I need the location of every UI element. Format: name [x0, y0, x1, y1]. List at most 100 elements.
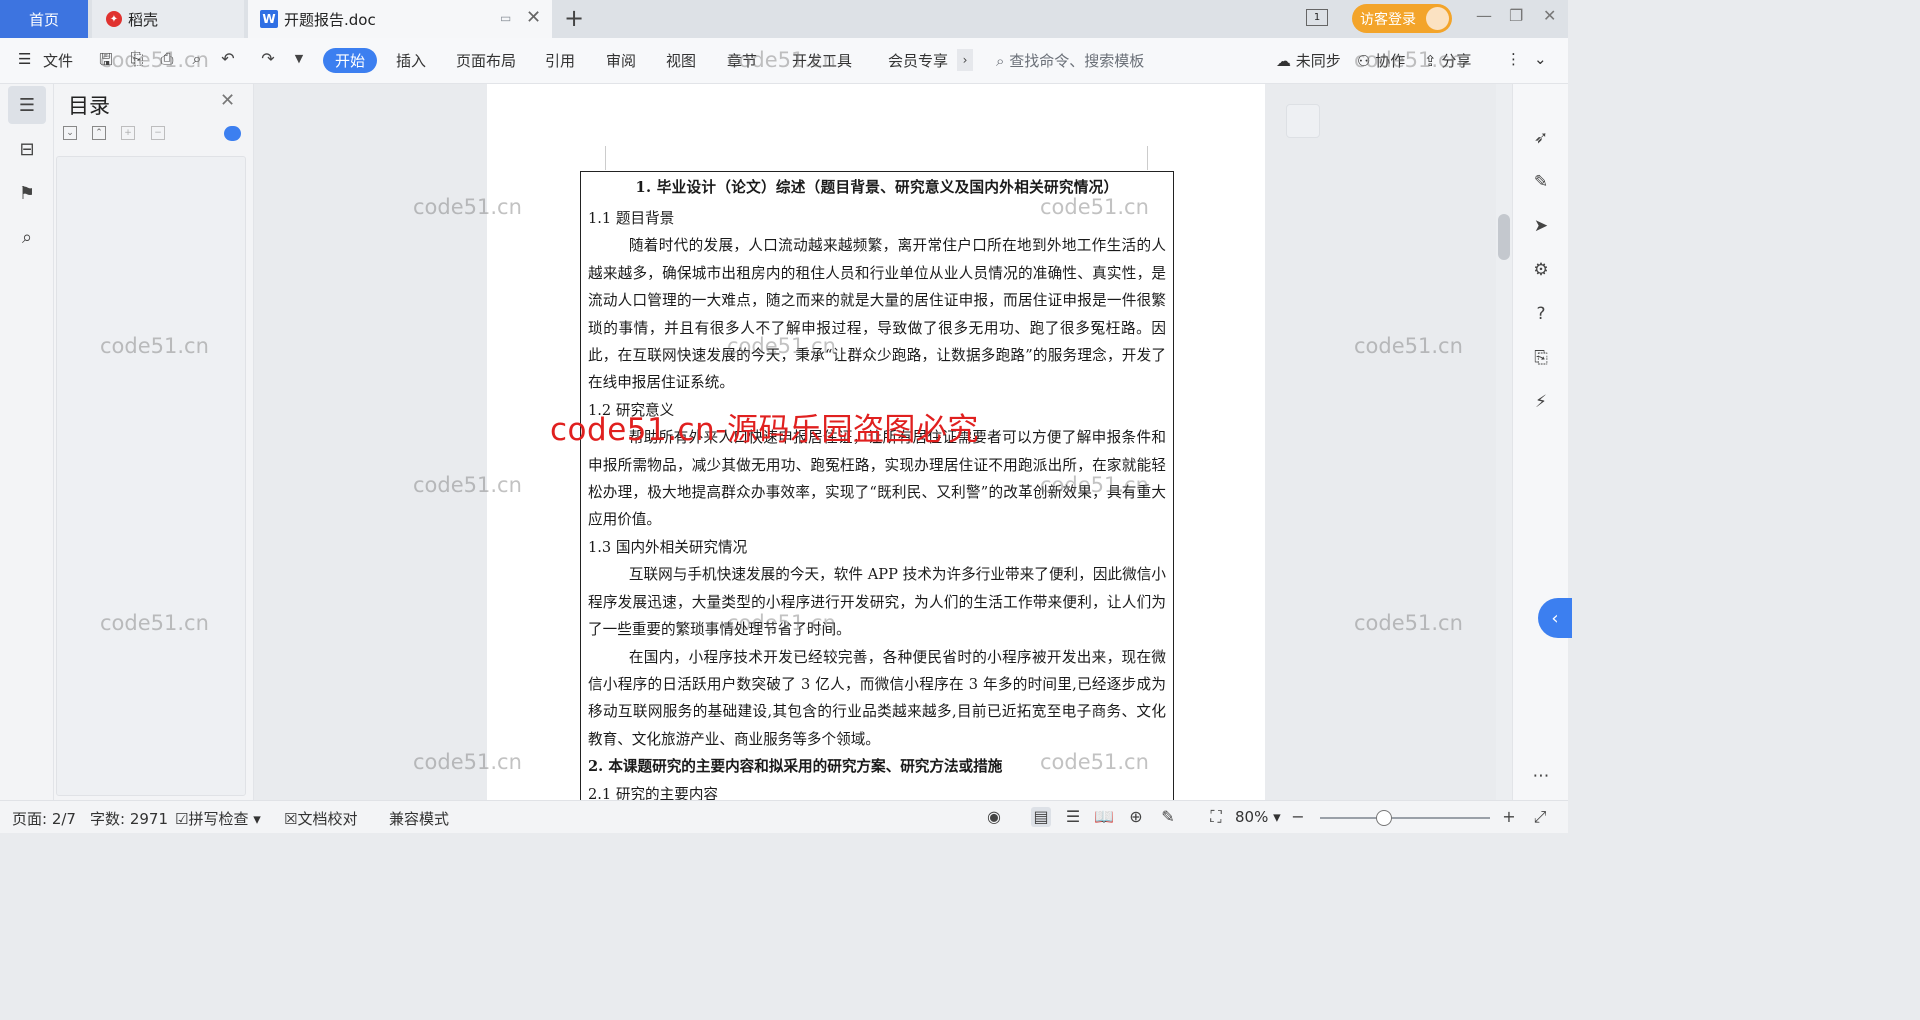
- subsection-title: 1.2 研究意义: [588, 401, 675, 419]
- toc-title: 目录: [68, 94, 110, 118]
- subsection-title: 1.1 题目背景: [588, 210, 675, 227]
- tab-member[interactable]: 会员专享: [888, 50, 948, 71]
- tab-view[interactable]: 视图: [666, 50, 696, 71]
- proofread-button[interactable]: ☒文档校对: [284, 808, 357, 829]
- cursor-icon[interactable]: ➤: [1529, 214, 1553, 238]
- filter-icon[interactable]: [1286, 104, 1320, 138]
- expand-all-icon[interactable]: ⌄: [63, 126, 77, 140]
- help-icon[interactable]: ?: [1529, 302, 1553, 326]
- paragraph: 互联网与手机快速发展的今天，软件 APP 技术为许多行业带来了便利，因此微信小程…: [588, 566, 1166, 639]
- tab-review[interactable]: 审阅: [606, 50, 636, 71]
- nav-pane-icon[interactable]: ⊟: [8, 130, 46, 168]
- new-tab-button[interactable]: +: [564, 4, 584, 32]
- paragraph: 帮助所有外来人口快速申报居住证，让所有居住证需要者可以方便了解申报条件和申报所需…: [588, 429, 1166, 529]
- close-icon[interactable]: ✕: [220, 90, 235, 111]
- tab-start[interactable]: 开始: [323, 48, 377, 73]
- eye-icon[interactable]: ◉: [984, 807, 1004, 827]
- page-indicator[interactable]: 页面: 2/7: [12, 808, 76, 829]
- pen-icon[interactable]: ✎: [1529, 170, 1553, 194]
- tab-document[interactable]: W 开题报告.doc ▭ ✕: [248, 0, 552, 38]
- visitor-login-button[interactable]: 访客登录: [1352, 4, 1452, 33]
- search-icon: ⌕: [996, 52, 1005, 70]
- more-tabs-button[interactable]: ›: [957, 49, 973, 71]
- ai-toc-icon[interactable]: [224, 126, 241, 141]
- checkbox-icon: ☑: [175, 810, 189, 828]
- proof-icon: ☒: [284, 810, 298, 828]
- more-options-icon[interactable]: ⋮: [1506, 50, 1521, 68]
- zoom-in-icon[interactable]: +: [1499, 807, 1519, 827]
- outline-view-icon[interactable]: ☰: [1063, 807, 1083, 827]
- scrollbar-thumb[interactable]: [1498, 214, 1510, 260]
- fullscreen-icon[interactable]: ⤢: [1530, 807, 1550, 827]
- quick-access-dropdown-icon[interactable]: ▼: [289, 52, 309, 72]
- collab-button[interactable]: ⚇ 协作: [1357, 50, 1405, 71]
- zoom-out-icon[interactable]: −: [1288, 807, 1308, 827]
- paragraph: 在国内，小程序技术开发已经较完善，各种便民省时的小程序被开发出来，现在微信小程序…: [588, 648, 1166, 748]
- section-heading: 2. 本课题研究的主要内容和拟采用的研究方案、研究方法或措施: [588, 758, 1003, 776]
- zoom-slider-knob[interactable]: [1376, 810, 1392, 826]
- hamburger-icon[interactable]: ☰: [18, 50, 31, 68]
- tab-page-layout[interactable]: 页面布局: [456, 50, 516, 71]
- vertical-scrollbar[interactable]: [1496, 84, 1512, 800]
- promote-icon[interactable]: +: [121, 126, 135, 140]
- write-mode-icon[interactable]: ✎: [1158, 807, 1178, 827]
- tab-daoke[interactable]: ✦ 稻壳: [92, 0, 244, 38]
- rocket-icon[interactable]: ➶: [1529, 126, 1553, 150]
- margin-mark: [605, 146, 606, 170]
- tab-chapter[interactable]: 章节: [727, 50, 757, 71]
- minimize-icon[interactable]: —: [1476, 6, 1492, 25]
- export-icon[interactable]: ⎘: [127, 49, 147, 69]
- spell-check-button[interactable]: ☑拼写检查 ▾: [175, 808, 261, 829]
- undo-icon[interactable]: ↶: [218, 49, 238, 69]
- cloud-icon: ☁: [1276, 52, 1291, 70]
- collapse-ribbon-icon[interactable]: ⌄: [1534, 50, 1547, 68]
- find-icon[interactable]: ⌕: [8, 218, 46, 256]
- share-button[interactable]: ⇪ 分享: [1424, 50, 1471, 71]
- zoom-level[interactable]: 80% ▾: [1235, 808, 1281, 826]
- word-count[interactable]: 字数: 2971: [90, 808, 168, 829]
- toc-panel: 目录 ✕ ⌄ ⌃ + −: [54, 84, 254, 800]
- web-view-icon[interactable]: ⊕: [1126, 807, 1146, 827]
- zoom-slider-track[interactable]: [1320, 817, 1490, 819]
- lightning-icon[interactable]: ⚡: [1529, 390, 1553, 414]
- more-dots-icon[interactable]: ⋯: [1529, 764, 1553, 788]
- section-heading: 1. 毕业设计（论文）综述（题目背景、研究意义及国内外相关研究情况）: [635, 179, 1119, 196]
- tab-home[interactable]: 首页: [0, 0, 88, 38]
- collapse-all-icon[interactable]: ⌃: [92, 126, 106, 140]
- page-count-icon[interactable]: 1: [1306, 9, 1328, 26]
- monitor-icon[interactable]: ▭: [500, 11, 511, 25]
- settings-sliders-icon[interactable]: ⚙: [1529, 258, 1553, 282]
- file-menu[interactable]: 文件: [43, 50, 73, 71]
- close-window-icon[interactable]: ✕: [1543, 6, 1556, 25]
- reading-view-icon[interactable]: 📖: [1094, 807, 1114, 827]
- tab-daoke-label: 稻壳: [128, 10, 159, 29]
- document-canvas[interactable]: 1. 毕业设计（论文）综述（题目背景、研究意义及国内外相关研究情况） 1.1 题…: [254, 84, 1512, 800]
- tab-developer[interactable]: 开发工具: [792, 50, 852, 71]
- page-view-icon[interactable]: ▤: [1031, 807, 1051, 827]
- chevron-left-icon[interactable]: ‹: [1538, 598, 1572, 638]
- translate-icon[interactable]: ⎘: [1529, 346, 1553, 370]
- daoke-logo-icon: ✦: [106, 11, 122, 27]
- restore-icon[interactable]: ❐: [1509, 6, 1523, 25]
- document-page[interactable]: 1. 毕业设计（论文）综述（题目背景、研究意义及国内外相关研究情况） 1.1 题…: [487, 84, 1265, 800]
- user-icon: ⚇: [1357, 52, 1371, 70]
- save-icon[interactable]: 🖫: [96, 49, 116, 69]
- toc-panel-icon[interactable]: ☰: [8, 86, 46, 124]
- fit-page-icon[interactable]: ⛶: [1206, 807, 1226, 827]
- demote-icon[interactable]: −: [151, 126, 165, 140]
- tab-references[interactable]: 引用: [545, 50, 575, 71]
- print-preview-icon[interactable]: ⌕: [187, 49, 207, 69]
- redo-icon[interactable]: ↷: [258, 49, 278, 69]
- print-icon[interactable]: ⎙: [157, 49, 177, 69]
- close-tab-icon[interactable]: ✕: [526, 7, 541, 28]
- subsection-title: 1.3 国内外相关研究情况: [588, 538, 748, 556]
- content-table[interactable]: 1. 毕业设计（论文）综述（题目背景、研究意义及国内外相关研究情况） 1.1 题…: [580, 171, 1174, 800]
- margin-mark: [1147, 146, 1148, 170]
- toc-list[interactable]: [56, 156, 246, 796]
- search-placeholder: 查找命令、搜索模板: [1009, 52, 1145, 70]
- tab-insert[interactable]: 插入: [396, 50, 426, 71]
- sync-button[interactable]: ☁ 未同步: [1276, 50, 1341, 71]
- tab-document-label: 开题报告.doc: [284, 10, 376, 29]
- command-search[interactable]: ⌕ 查找命令、搜索模板: [996, 50, 1144, 71]
- bookmark-icon[interactable]: ⚑: [8, 174, 46, 212]
